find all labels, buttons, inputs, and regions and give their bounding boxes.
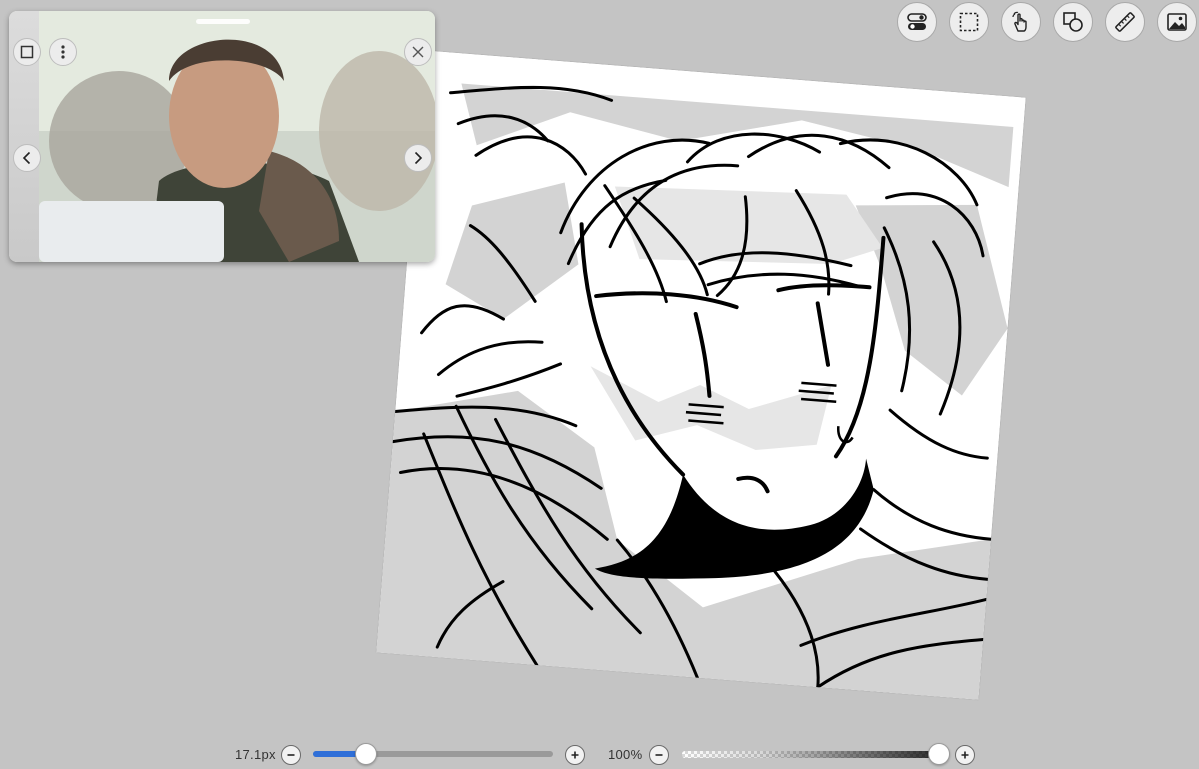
chevron-left-icon	[22, 151, 31, 165]
layer-toggle-button[interactable]	[897, 2, 937, 42]
brush-size-decrease-button[interactable]	[281, 745, 301, 765]
chevron-right-icon	[414, 151, 423, 165]
brush-size-increase-button[interactable]	[565, 745, 585, 765]
brush-size-label: 17.1px	[235, 747, 276, 762]
ruler-tool-button[interactable]	[1105, 2, 1145, 42]
reference-image-button[interactable]	[1157, 2, 1197, 42]
minus-icon	[655, 754, 663, 756]
brush-size-slider-knob[interactable]	[354, 743, 377, 765]
shapes-icon	[1063, 12, 1083, 32]
toggle-switch-icon	[907, 13, 927, 30]
reference-prev-button[interactable]	[13, 144, 41, 172]
more-vertical-icon	[61, 45, 65, 59]
brush-size-slider[interactable]	[313, 751, 553, 757]
reference-close-button[interactable]	[404, 38, 432, 66]
hand-icon	[1012, 11, 1027, 32]
reference-window-drag-handle[interactable]	[196, 19, 250, 24]
reference-photo	[39, 11, 435, 262]
opacity-increase-button[interactable]	[955, 745, 975, 765]
selection-tool-button[interactable]	[949, 2, 989, 42]
minus-icon	[287, 754, 295, 756]
close-icon	[412, 46, 424, 58]
opacity-slider[interactable]	[682, 751, 944, 758]
square-icon	[20, 45, 34, 59]
opacity-slider-knob[interactable]	[928, 743, 950, 765]
drawing-canvas[interactable]	[376, 50, 1026, 700]
image-icon	[1167, 13, 1187, 31]
sketch-artwork	[376, 50, 1026, 700]
reference-menu-button[interactable]	[49, 38, 77, 66]
shapes-tool-button[interactable]	[1053, 2, 1093, 42]
reference-next-button[interactable]	[404, 144, 432, 172]
ruler-icon	[1115, 12, 1135, 32]
reference-window[interactable]	[9, 11, 435, 262]
plus-icon	[571, 751, 579, 759]
opacity-label: 100%	[608, 747, 643, 762]
gesture-tool-button[interactable]	[1001, 2, 1041, 42]
plus-icon	[961, 751, 969, 759]
opacity-decrease-button[interactable]	[649, 745, 669, 765]
dashed-select-icon	[959, 12, 979, 32]
reference-fit-button[interactable]	[13, 38, 41, 66]
